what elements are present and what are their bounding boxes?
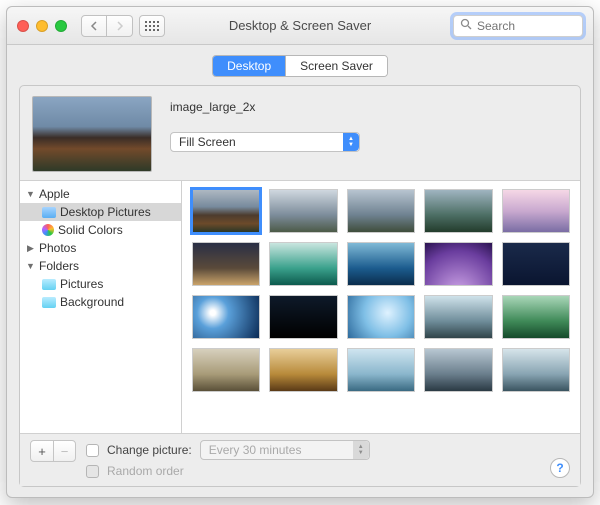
change-options: Change picture: Every 30 minutes ▲▼ Rand… (86, 440, 370, 478)
close-icon[interactable] (17, 20, 29, 32)
sidebar-group-photos[interactable]: ▶ Photos (20, 239, 181, 257)
search-icon (460, 18, 472, 33)
fill-mode-select[interactable]: Fill Screen ▲▼ (170, 132, 360, 152)
disclosure-open-icon: ▼ (26, 189, 35, 199)
sidebar-label: Solid Colors (58, 223, 123, 237)
wallpaper-thumb[interactable] (502, 295, 570, 339)
content-panel: image_large_2x Fill Screen ▲▼ ▼ Apple De… (19, 85, 581, 487)
sidebar-item-desktop-pictures[interactable]: Desktop Pictures (20, 203, 181, 221)
add-remove-control: + − (30, 440, 76, 462)
wallpaper-thumb[interactable] (424, 295, 492, 339)
show-all-button[interactable] (139, 15, 165, 37)
wallpaper-thumb[interactable] (347, 189, 415, 233)
wallpaper-thumb[interactable] (347, 242, 415, 286)
random-order-checkbox (86, 465, 99, 478)
preview-strip: image_large_2x Fill Screen ▲▼ (20, 86, 580, 180)
change-picture-checkbox[interactable] (86, 444, 99, 457)
nav-buttons (81, 15, 133, 37)
wallpaper-preview (32, 96, 152, 172)
bottom-bar: + − Change picture: Every 30 minutes ▲▼ … (20, 433, 580, 486)
tab-segmented-control: Desktop Screen Saver (212, 55, 388, 77)
wallpaper-thumb[interactable] (347, 295, 415, 339)
search-field[interactable]: ✕ (453, 15, 583, 37)
wallpaper-thumb[interactable] (424, 348, 492, 392)
sidebar-label: Background (60, 295, 124, 309)
sidebar-item-solid-colors[interactable]: Solid Colors (20, 221, 181, 239)
change-interval-value: Every 30 minutes (209, 443, 302, 457)
wallpaper-thumb[interactable] (502, 242, 570, 286)
sidebar-label: Apple (39, 187, 70, 201)
sidebar-label: Photos (39, 241, 76, 255)
back-button[interactable] (81, 15, 107, 37)
sidebar-group-apple[interactable]: ▼ Apple (20, 185, 181, 203)
add-folder-button[interactable]: + (31, 441, 53, 461)
tab-screensaver[interactable]: Screen Saver (285, 56, 387, 76)
split-view: ▼ Apple Desktop Pictures Solid Colors ▶ … (20, 180, 580, 433)
color-wheel-icon (42, 224, 54, 236)
sidebar-item-background[interactable]: Background (20, 293, 181, 311)
random-order-label: Random order (107, 464, 184, 478)
disclosure-closed-icon: ▶ (26, 243, 35, 254)
wallpaper-thumb[interactable] (502, 189, 570, 233)
wallpaper-thumb[interactable] (347, 348, 415, 392)
wallpaper-name: image_large_2x (170, 100, 568, 114)
wallpaper-thumb[interactable] (192, 295, 260, 339)
sidebar-group-folders[interactable]: ▼ Folders (20, 257, 181, 275)
wallpaper-thumb[interactable] (502, 348, 570, 392)
window-controls (7, 20, 67, 32)
search-input[interactable] (477, 19, 600, 33)
titlebar: Desktop & Screen Saver ✕ (7, 7, 593, 45)
forward-button[interactable] (107, 15, 133, 37)
minimize-icon[interactable] (36, 20, 48, 32)
grid-icon (145, 21, 159, 31)
wallpaper-thumb[interactable] (269, 242, 337, 286)
sidebar-label: Pictures (60, 277, 103, 291)
sidebar-item-pictures[interactable]: Pictures (20, 275, 181, 293)
wallpaper-thumb[interactable] (192, 348, 260, 392)
folder-icon (42, 207, 56, 218)
wallpaper-thumb[interactable] (424, 242, 492, 286)
disclosure-open-icon: ▼ (26, 261, 35, 271)
help-button[interactable]: ? (550, 458, 570, 478)
wallpaper-thumb[interactable] (269, 348, 337, 392)
folder-icon (42, 297, 56, 308)
change-picture-label: Change picture: (107, 443, 192, 457)
stepper-icon: ▲▼ (343, 133, 359, 151)
wallpaper-thumb[interactable] (192, 242, 260, 286)
folder-icon (42, 279, 56, 290)
remove-folder-button: − (53, 441, 75, 461)
stepper-icon: ▲▼ (353, 441, 369, 459)
sidebar-label: Desktop Pictures (60, 205, 151, 219)
fill-mode-value: Fill Screen (179, 135, 236, 149)
wallpaper-thumb[interactable] (424, 189, 492, 233)
zoom-icon[interactable] (55, 20, 67, 32)
change-interval-select: Every 30 minutes ▲▼ (200, 440, 370, 460)
source-sidebar: ▼ Apple Desktop Pictures Solid Colors ▶ … (20, 181, 182, 433)
wallpaper-thumb[interactable] (269, 295, 337, 339)
sidebar-label: Folders (39, 259, 79, 273)
wallpaper-thumb[interactable] (269, 189, 337, 233)
wallpaper-thumb[interactable] (192, 189, 260, 233)
tab-desktop[interactable]: Desktop (213, 56, 285, 76)
tab-row: Desktop Screen Saver (7, 45, 593, 85)
wallpaper-grid (182, 181, 580, 433)
preferences-window: Desktop & Screen Saver ✕ Desktop Screen … (6, 6, 594, 498)
